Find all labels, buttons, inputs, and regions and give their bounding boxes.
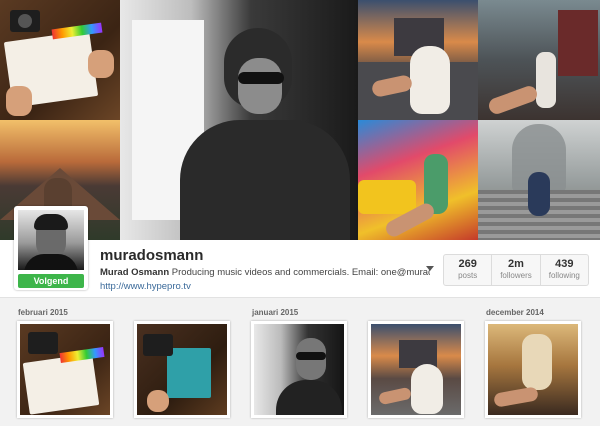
- person-shape: [528, 172, 550, 216]
- chevron-down-icon[interactable]: [426, 266, 434, 271]
- month-label: februari 2015: [18, 308, 68, 317]
- sunglasses-shape: [296, 352, 326, 360]
- header-tile-city-bus[interactable]: [478, 0, 600, 120]
- dress-shape: [410, 46, 450, 114]
- post-image: [137, 324, 227, 415]
- header-tile-castle[interactable]: [358, 0, 478, 120]
- camera-shape: [143, 334, 173, 356]
- stat-value: 269: [458, 258, 477, 270]
- avatar-hair: [34, 214, 68, 230]
- post-thumbnail[interactable]: [368, 321, 464, 418]
- stat-following[interactable]: 439 following: [541, 255, 588, 285]
- hand-shape: [88, 50, 114, 78]
- camera-lens-shape: [18, 14, 32, 28]
- post-thumbnail[interactable]: [251, 321, 347, 418]
- hand-shape: [6, 86, 32, 116]
- avatar[interactable]: [18, 210, 84, 270]
- taxi-shape: [358, 180, 416, 214]
- header-tile-buddha-stairs[interactable]: [478, 120, 600, 240]
- stat-value: 439: [555, 258, 574, 270]
- header-tile-portrait[interactable]: [120, 0, 358, 240]
- dress-shape: [411, 364, 443, 414]
- bio-text: Producing music videos and commercials. …: [171, 267, 430, 278]
- avatar-card: Volgend: [14, 206, 88, 290]
- stat-value: 2m: [508, 258, 524, 270]
- website-link[interactable]: http://www.hypepro.tv: [100, 281, 191, 292]
- stats-box: 269 posts 2m followers 439 following: [443, 254, 589, 286]
- post-thumbnail[interactable]: [17, 321, 113, 418]
- camera-shape: [28, 332, 58, 354]
- profile-page: Volgend muradosmann Murad Osmann Produci…: [0, 0, 600, 426]
- arm-shape: [486, 83, 540, 117]
- magazine-shape: [167, 348, 211, 398]
- sunglasses-shape: [238, 72, 284, 84]
- stat-followers[interactable]: 2m followers: [492, 255, 541, 285]
- follow-button[interactable]: Volgend: [18, 274, 84, 288]
- month-label: december 2014: [486, 308, 544, 317]
- month-label: januari 2015: [252, 308, 299, 317]
- bus-shape: [558, 10, 598, 76]
- bio: Murad Osmann Producing music videos and …: [100, 267, 430, 278]
- stat-label: followers: [500, 271, 532, 280]
- header-tile-notebook[interactable]: [0, 0, 120, 120]
- header-tile-taxi[interactable]: [358, 120, 478, 240]
- post-image: [371, 324, 461, 415]
- stat-label: following: [548, 271, 580, 280]
- jacket-shape: [180, 120, 350, 240]
- person-shape: [522, 334, 552, 390]
- jacket-shape: [276, 380, 342, 415]
- arm-shape: [378, 386, 412, 406]
- username: muradosmann: [100, 247, 204, 264]
- post-thumbnail[interactable]: [134, 321, 230, 418]
- avatar-body: [24, 254, 78, 270]
- stat-label: posts: [458, 271, 478, 280]
- arm-shape: [493, 386, 539, 408]
- post-thumbnail[interactable]: [485, 321, 581, 418]
- header-mosaic: [0, 0, 600, 240]
- post-image: [488, 324, 578, 415]
- stat-posts[interactable]: 269 posts: [444, 255, 493, 285]
- post-image: [20, 324, 110, 415]
- face-shape: [238, 58, 282, 114]
- hand-shape: [147, 390, 169, 412]
- post-image: [254, 324, 344, 415]
- full-name: Murad Osmann: [100, 267, 170, 278]
- person-shape: [536, 52, 556, 108]
